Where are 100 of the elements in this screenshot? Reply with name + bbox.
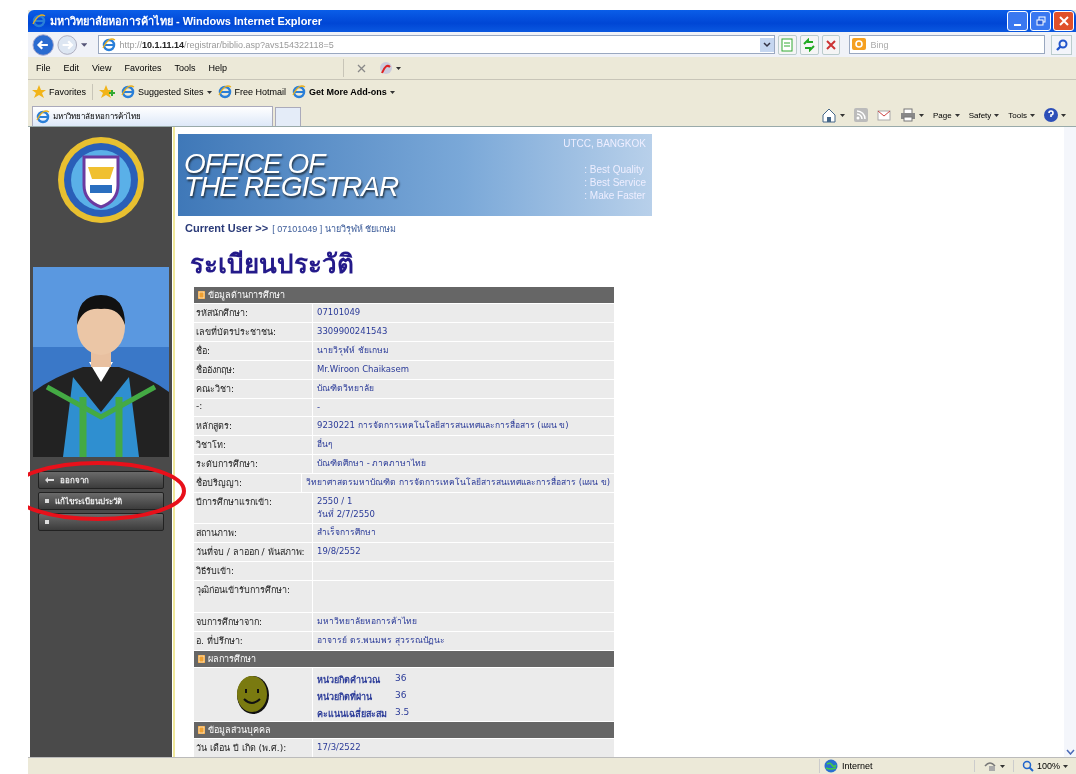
star-icon bbox=[32, 85, 46, 99]
back-icon[interactable] bbox=[32, 32, 55, 57]
field-value: 07101049 bbox=[317, 306, 362, 319]
minimize-button[interactable] bbox=[1007, 11, 1028, 31]
help-button[interactable] bbox=[1044, 108, 1066, 122]
bullet-icon bbox=[45, 520, 49, 524]
search-field[interactable]: Bing bbox=[849, 35, 1046, 54]
field-label: รหัสนักศึกษา: bbox=[196, 308, 249, 318]
field-value: บัณฑิตศึกษา - ภาคภาษาไทย bbox=[317, 457, 428, 470]
help-icon bbox=[1044, 108, 1058, 122]
field-label: วุฒิก่อนเข้ารับการศึกษา: bbox=[196, 585, 291, 595]
motto-text: : Make Faster bbox=[584, 189, 646, 202]
close-icon bbox=[1058, 16, 1069, 26]
zoom-icon bbox=[1021, 760, 1034, 772]
search-engine-icon bbox=[852, 38, 867, 50]
caret-icon bbox=[1063, 764, 1068, 768]
menu-item[interactable]: View bbox=[92, 63, 112, 73]
stop-button[interactable] bbox=[821, 34, 841, 55]
field-value: 3309900241543 bbox=[317, 325, 389, 338]
caret-icon bbox=[1030, 113, 1035, 117]
mail-button[interactable] bbox=[876, 109, 891, 121]
refresh-button[interactable] bbox=[799, 34, 819, 55]
mail-icon bbox=[876, 109, 891, 121]
add-favorite-icon[interactable] bbox=[99, 85, 115, 99]
address-field[interactable]: http://10.1.11.14/registrar/biblio.asp?avs154322118=5 bbox=[98, 35, 776, 54]
banner-title: OFFICE OF bbox=[184, 152, 327, 175]
sidebar-button[interactable]: แก้ไขระเบียนประวัติ bbox=[38, 492, 164, 510]
dropdown-icon[interactable] bbox=[760, 37, 775, 52]
stat-label: หน่วยกิตคำนวณ bbox=[317, 674, 381, 687]
seal-icon bbox=[56, 135, 146, 225]
favorites-item[interactable]: Free Hotmail bbox=[217, 85, 287, 99]
section-header: ข้อมูลส่วนบุคคล bbox=[194, 722, 614, 738]
field-label: จบการศึกษาจาก: bbox=[196, 617, 263, 627]
field-value: อาจารย์ ดร.พนมพร สุวรรณปัฏนะ bbox=[317, 634, 447, 647]
field-value: อื่นๆ bbox=[317, 438, 334, 451]
back-arrow-icon bbox=[45, 477, 54, 483]
page-icon bbox=[121, 85, 135, 99]
zone-label: Internet bbox=[841, 761, 873, 771]
current-user-value: [ 07101049 ] นายวิรุฬห์ ชัยเกษม bbox=[272, 223, 397, 236]
home-icon bbox=[820, 107, 837, 123]
pdf-icon bbox=[378, 61, 393, 75]
bullet-icon bbox=[45, 499, 49, 503]
caret-icon[interactable] bbox=[80, 42, 88, 47]
menu-item[interactable]: Tools bbox=[174, 63, 196, 73]
motto-text: : Best Service bbox=[584, 176, 646, 189]
caret-icon bbox=[389, 90, 395, 94]
page-icon bbox=[102, 37, 117, 52]
pdf-button[interactable] bbox=[378, 61, 401, 75]
url-text: http://10.1.11.14/registrar/biblio.asp?avs154322118=5 bbox=[119, 39, 335, 50]
command-menu[interactable]: Tools bbox=[1008, 110, 1035, 120]
field-value: วิทยาศาสตรมหาบัณฑิต การจัดการเทคโนโลยีสารสนเทศและการสื่อสาร (แผน ข) bbox=[306, 476, 610, 489]
menu-item[interactable]: File bbox=[36, 63, 51, 73]
home-button[interactable] bbox=[820, 107, 845, 123]
section-icon bbox=[198, 291, 205, 299]
globe-icon bbox=[823, 759, 838, 773]
sidebar-button[interactable]: ออกจาก bbox=[38, 471, 164, 489]
stat-value: 3.5 bbox=[395, 707, 410, 719]
caret-icon bbox=[994, 113, 1000, 117]
print-button[interactable] bbox=[899, 108, 924, 122]
page-icon bbox=[36, 109, 50, 124]
scroll-down-icon[interactable] bbox=[1065, 749, 1075, 755]
favorites-item[interactable]: Get More Add-ons bbox=[292, 85, 395, 99]
field-value: 9230221 การจัดการเทคโนโลยีสารสนเทศและการสื่อสาร (แผน ข) bbox=[317, 419, 570, 432]
stop-icon bbox=[824, 37, 839, 52]
field-value: Mr.Wiroon Chaikasem bbox=[317, 363, 410, 376]
caret-icon bbox=[206, 90, 212, 94]
command-menu[interactable]: Page bbox=[932, 110, 960, 120]
menu-item[interactable]: Edit bbox=[63, 63, 80, 73]
browser-tab[interactable]: มหาวิทยาลัยหอการค้าไทย bbox=[32, 106, 273, 126]
section-header: ข้อมูลด้านการศึกษา bbox=[194, 287, 614, 303]
motto-text: : Best Quality bbox=[584, 163, 645, 176]
command-menu[interactable]: Safety bbox=[968, 110, 1000, 120]
close-icon[interactable] bbox=[356, 63, 366, 73]
browser-icon bbox=[32, 14, 46, 28]
refresh-icon bbox=[802, 37, 817, 52]
scroll-bar[interactable] bbox=[1064, 127, 1076, 757]
field-label: ชื่อปริญญา: bbox=[196, 478, 243, 488]
search-icon bbox=[1055, 38, 1068, 51]
field-label: วิชาโท: bbox=[196, 440, 227, 450]
minimize-icon bbox=[1014, 24, 1021, 26]
field-label: สถานภาพ: bbox=[196, 528, 238, 538]
zoom-button[interactable]: 100% bbox=[1012, 760, 1076, 772]
close-button[interactable] bbox=[1053, 11, 1074, 31]
menu-item[interactable]: Help bbox=[208, 63, 227, 73]
restore-button[interactable] bbox=[1030, 11, 1051, 31]
search-button[interactable] bbox=[1051, 34, 1072, 55]
field-value: - bbox=[317, 401, 322, 414]
printer-icon bbox=[899, 108, 916, 122]
field-value: 19/8/2552 bbox=[317, 545, 362, 558]
page-icon bbox=[292, 85, 307, 99]
lock-icon bbox=[982, 760, 997, 772]
restore-icon bbox=[1035, 16, 1046, 26]
field-label: ระดับการศึกษา: bbox=[196, 459, 259, 469]
field-value: วันที่ 2/7/2550 bbox=[317, 508, 376, 521]
favorites-item[interactable]: Suggested Sites bbox=[121, 85, 212, 99]
menu-item[interactable]: Favorites bbox=[124, 63, 162, 73]
field-value: 17/3/2522 bbox=[317, 741, 362, 754]
field-label: คณะวิชา: bbox=[196, 384, 235, 394]
favorites-item[interactable]: Favorites bbox=[32, 85, 86, 99]
field-value: สำเร็จการศึกษา bbox=[317, 526, 377, 539]
